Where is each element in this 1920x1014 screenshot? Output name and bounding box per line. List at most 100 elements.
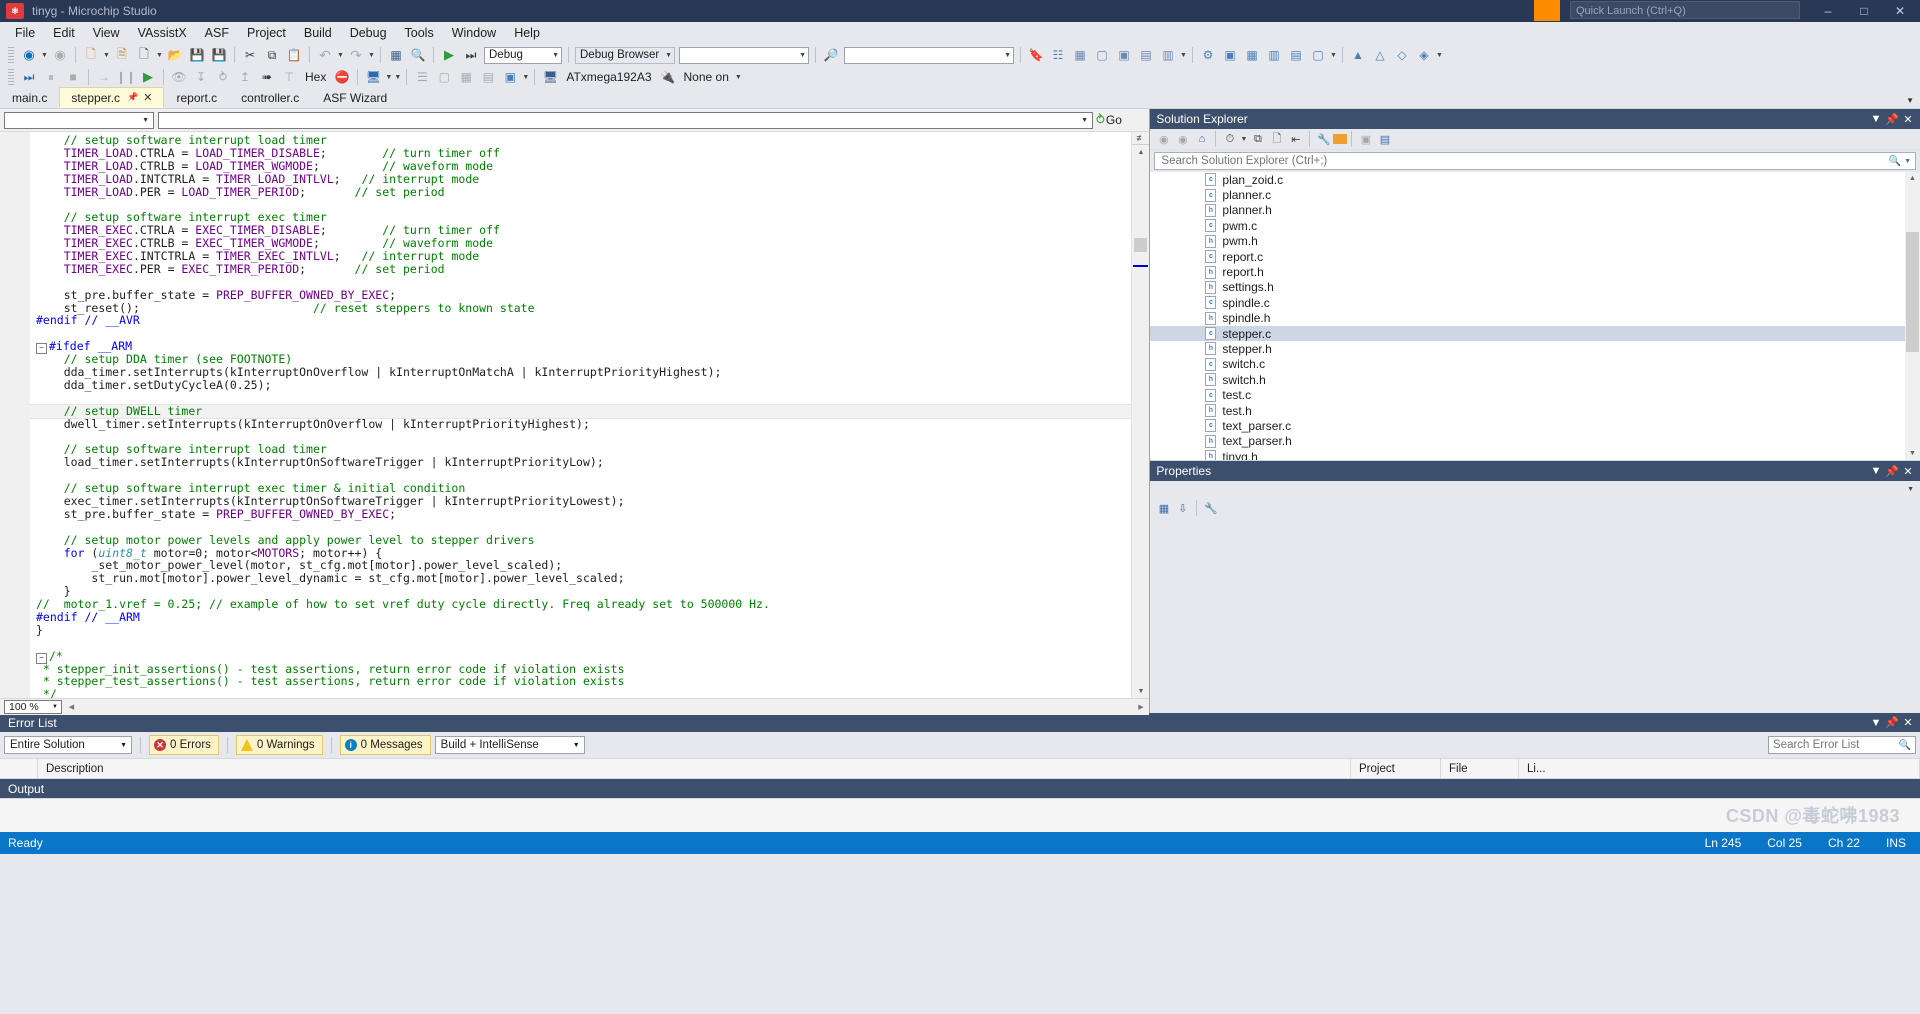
tab-stepper-c[interactable]: stepper.c 📌 ✕ [59,87,165,108]
preview-selected-icon[interactable]: ▤ [1375,130,1394,148]
new-project-icon[interactable]: 🗋 [80,45,102,66]
code-line[interactable]: st_reset(); // reset steppers to known s… [30,301,1131,315]
code-line[interactable]: TIMER_LOAD.PER = LOAD_TIMER_PERIOD; // s… [30,185,1131,199]
code-line[interactable]: dwell_timer.setInterrupts(kInterruptOnOv… [30,417,1131,431]
properties-icon[interactable]: 🔧 [1314,130,1333,148]
menu-item-tools[interactable]: Tools [396,23,443,43]
cut-icon[interactable]: ✂ [239,45,261,66]
toggle-outlining-icon[interactable]: ▣ [499,67,521,88]
maximize-button[interactable]: □ [1846,0,1882,21]
toggle-bookmark-icon[interactable]: 🔖 [1025,45,1047,66]
menu-item-window[interactable]: Window [443,23,505,43]
tool-selector-icon[interactable]: 🔌 [657,67,679,88]
navigate-back-dropdown-icon[interactable]: ▼ [40,46,49,65]
tree-item-text_parser-h[interactable]: h text_parser.h [1150,434,1920,449]
code-line[interactable]: st_pre.buffer_state = PREP_BUFFER_OWNED_… [30,507,1131,521]
tree-item-tinyg-h[interactable]: h tinyg.h [1150,449,1920,460]
find-in-files-icon[interactable]: 🔎 [820,45,842,66]
chevron-down-icon[interactable]: ▼ [1907,486,1920,493]
menu-item-vassistx[interactable]: VAssistX [129,23,196,43]
solution-explorer-tree[interactable]: c plan_zoid.c c planner.c h planner.h c pwm.c h p… [1150,172,1920,460]
debug-toolbar-grip[interactable] [8,69,14,85]
tree-item-spindle-h[interactable]: h spindle.h [1150,311,1920,326]
menu-item-project[interactable]: Project [238,23,295,43]
scrollbar-track[interactable] [1132,158,1149,684]
member-select[interactable]: ▼ [158,111,1093,129]
code-line[interactable] [30,637,1131,650]
processor-view-icon[interactable]: ◇ [1391,45,1413,66]
pending-changes-icon[interactable]: ⏱ [1220,130,1239,148]
show-all-files-icon[interactable] [1333,134,1348,144]
new-file-icon[interactable]: 🗋 [133,45,155,66]
save-all-icon[interactable]: 💾 [208,45,230,66]
code-line[interactable]: dda_timer.setDutyCycleA(0.25); [30,378,1131,392]
toolbar-grip[interactable] [8,47,14,63]
menu-item-edit[interactable]: Edit [44,23,84,43]
close-icon[interactable]: ✕ [1900,111,1920,127]
tree-item-pwm-c[interactable]: c pwm.c [1150,218,1920,233]
output-window-icon[interactable]: ▤ [1135,45,1157,66]
indent-icon[interactable]: ☰ [411,67,433,88]
memories-icon[interactable]: ▥ [1263,45,1285,66]
tree-item-report-h[interactable]: h report.h [1150,264,1920,279]
device-programming-icon[interactable]: ▣ [1219,45,1241,66]
break-all-icon[interactable]: ⏸ [40,67,62,88]
scroll-down-icon[interactable]: ▼ [1905,447,1920,460]
tree-item-switch-h[interactable]: h switch.h [1150,372,1920,387]
search-input[interactable] [1159,154,1889,168]
minimize-button[interactable]: – [1810,0,1846,21]
object-browser-icon[interactable]: ▢ [1091,45,1113,66]
tool-overflow-icon[interactable]: ▼ [734,68,743,87]
tab-report-c[interactable]: report.c [164,87,230,108]
scroll-down-icon[interactable]: ▼ [1132,684,1149,698]
show-next-statement-icon[interactable]: 👁 [168,67,190,88]
menu-item-view[interactable]: View [84,23,129,43]
close-icon[interactable]: ✕ [1900,463,1920,479]
messages-toggle[interactable]: i 0 Messages [339,735,431,755]
debug-windows-icon[interactable]: 🖥 [362,67,384,88]
code-line[interactable]: * stepper_test_assertions() - test asser… [30,675,1131,688]
trace-view-icon[interactable]: △ [1369,45,1391,66]
undo-dropdown-icon[interactable]: ▼ [336,46,345,65]
view-code-icon[interactable]: ▣ [1356,130,1375,148]
toolbar-overflow-icon-3[interactable]: ▼ [1435,46,1444,65]
panel-dropdown-icon[interactable]: ▼ [1868,111,1884,127]
split-view-icon[interactable]: ≢ [1132,132,1150,145]
uncomment-icon[interactable]: ▦ [455,67,477,88]
save-icon[interactable]: 💾 [186,45,208,66]
code-line[interactable]: load_timer.setInterrupts(kInterruptOnSof… [30,456,1131,469]
pin-icon[interactable]: 📌 [1884,111,1900,127]
tree-item-text_parser-c[interactable]: c text_parser.c [1150,418,1920,433]
collapse-all-icon[interactable]: ⇤ [1286,130,1305,148]
menu-item-asf[interactable]: ASF [196,23,238,43]
column-file[interactable]: File [1441,759,1519,778]
close-icon[interactable]: ✕ [143,91,152,104]
scroll-up-icon[interactable]: ▲ [1905,172,1920,185]
new-file-dropdown-icon[interactable]: ▼ [155,46,164,65]
error-filter-select[interactable]: Build + IntelliSense ▼ [434,736,585,754]
pointer-icon[interactable]: ➠ [256,67,278,88]
refresh-icon[interactable]: 🗋 [1267,130,1286,148]
tree-item-planner-c[interactable]: c planner.c [1150,187,1920,202]
menu-item-debug[interactable]: Debug [341,23,396,43]
format-icon[interactable]: ▤ [477,67,499,88]
debug-browser-input[interactable]: ▼ [679,46,809,64]
step-into-icon[interactable]: ↧ [190,67,212,88]
close-button[interactable]: ✕ [1882,0,1918,21]
undo-icon[interactable]: ↶ [314,45,336,66]
home-icon[interactable]: ⌂ [1192,130,1211,148]
quick-launch-input[interactable]: Quick Launch (Ctrl+Q) [1570,1,1800,19]
navigate-forward-icon[interactable]: ◉ [49,45,71,66]
scroll-right-icon[interactable]: ▶ [1135,700,1146,714]
tab-list-dropdown-icon[interactable]: ▼ [1906,96,1914,105]
close-icon[interactable]: ✕ [1900,715,1920,731]
scrollbar-thumb[interactable] [1134,238,1148,252]
tree-item-test-h[interactable]: h test.h [1150,403,1920,418]
tab-main-c[interactable]: main.c [0,87,60,108]
code-line[interactable]: st_run.mot[motor].power_level_dynamic = … [30,572,1131,585]
go-button[interactable]: ⥁ Go [1096,112,1122,128]
data-breakpoint-icon[interactable]: ▲ [1347,45,1369,66]
tab-asf-wizard[interactable]: ASF Wizard [311,87,400,108]
open-file-icon[interactable]: 📂 [164,45,186,66]
panel-dropdown-icon[interactable]: ▼ [1868,715,1884,731]
